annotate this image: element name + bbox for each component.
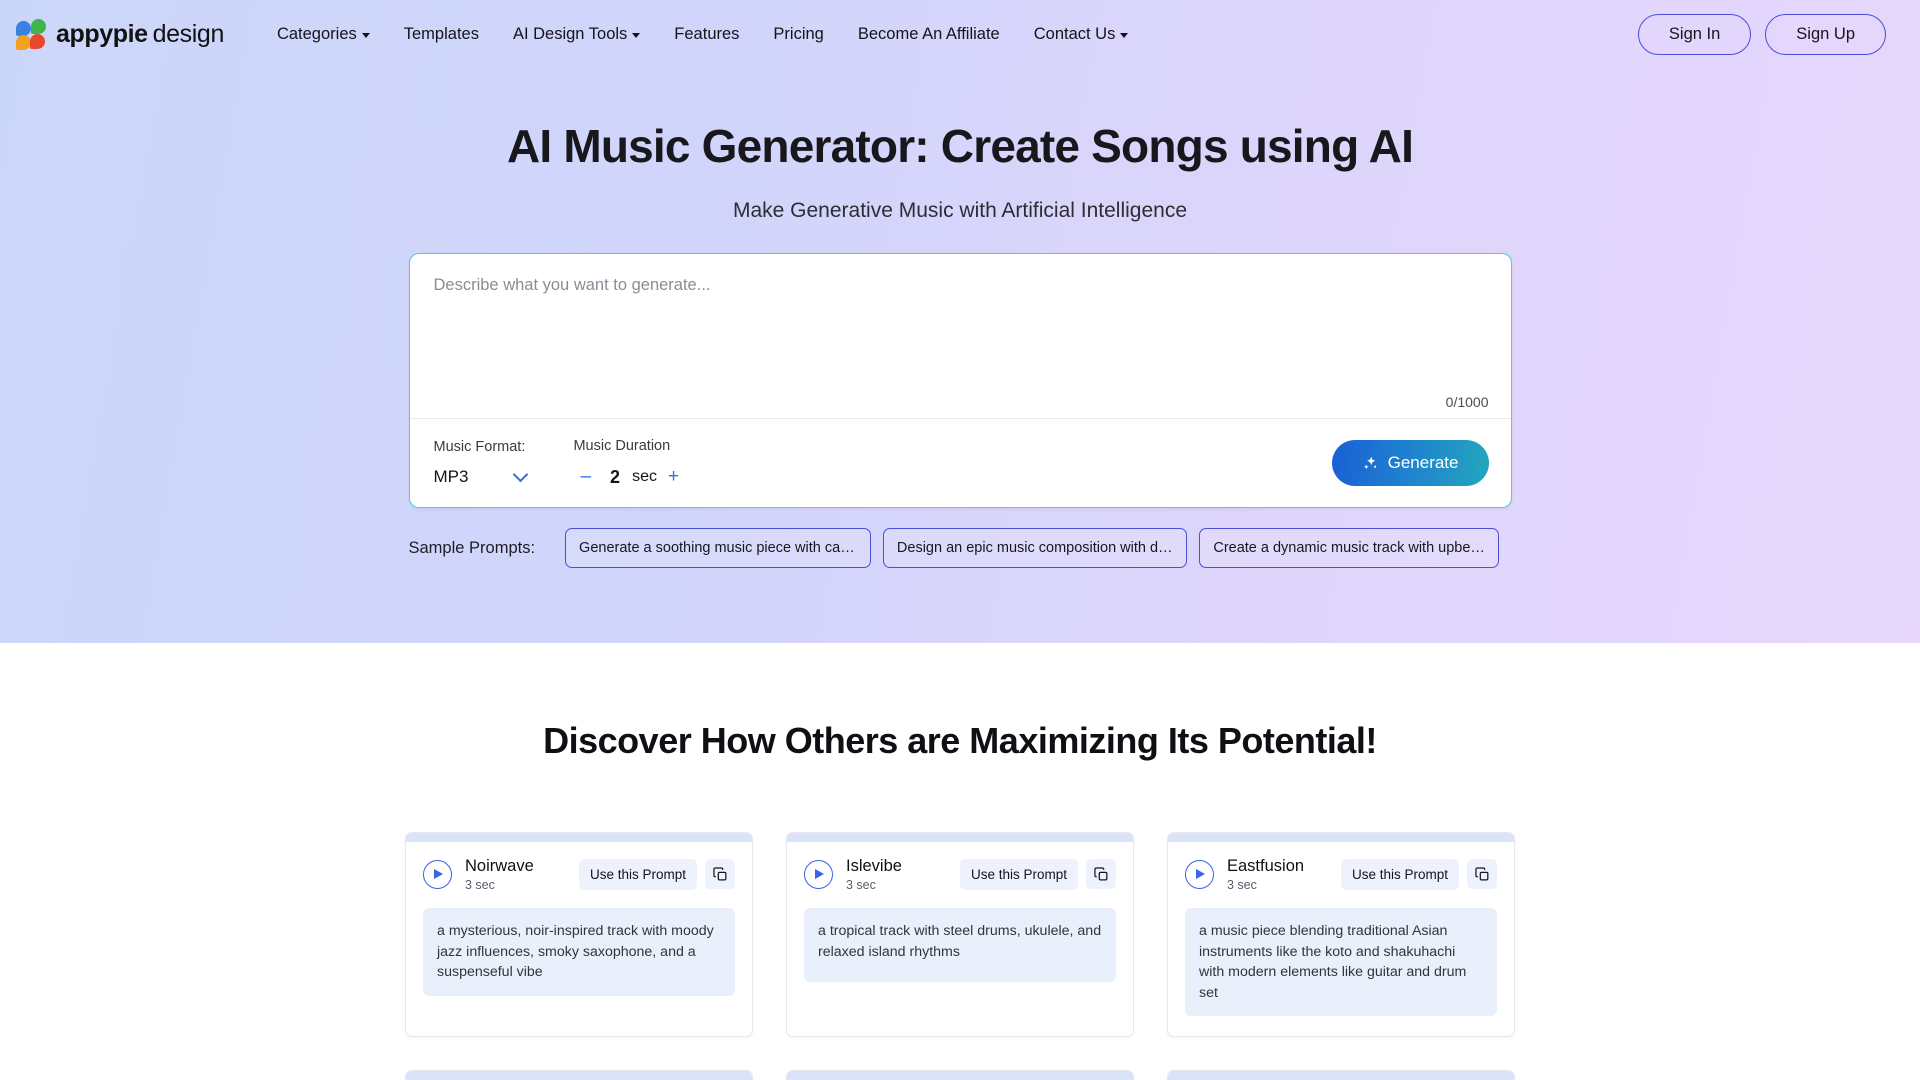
logo-product-text: design xyxy=(152,19,225,48)
generate-button-label: Generate xyxy=(1387,453,1459,472)
nav-item-contact-us[interactable]: Contact Us xyxy=(1017,19,1146,50)
music-sample-card: Noirwave 3 sec Use this Prompt a mysteri… xyxy=(405,832,753,1038)
music-sample-card: Chilluxe 3 sec Use this Prompt xyxy=(786,1070,1134,1080)
music-duration-label: Music Duration xyxy=(573,438,671,454)
copy-icon xyxy=(712,867,726,881)
copy-icon xyxy=(1474,867,1488,881)
nav-item-pricing[interactable]: Pricing xyxy=(756,19,840,50)
nav-auth-actions: Sign In Sign Up xyxy=(1637,13,1886,55)
card-accent-bar xyxy=(406,1071,752,1080)
sample-prompts-label: Sample Prompts: xyxy=(408,538,536,557)
track-duration: 3 sec xyxy=(465,877,495,892)
duration-decrement-button[interactable]: – xyxy=(573,466,598,488)
hero-section: appypie design Categories Templates AI De… xyxy=(0,0,1920,643)
prompt-input-placeholder[interactable]: Describe what you want to generate... xyxy=(434,276,1487,295)
nav-item-features[interactable]: Features xyxy=(657,19,756,50)
play-icon xyxy=(434,869,444,880)
nav-item-templates[interactable]: Templates xyxy=(387,19,496,50)
character-counter: 0/1000 xyxy=(1445,394,1489,410)
top-navigation-bar: appypie design Categories Templates AI De… xyxy=(0,0,1920,68)
appypie-logo-icon xyxy=(16,18,47,50)
chevron-down-icon xyxy=(1120,32,1129,38)
nav-item-label: Contact Us xyxy=(1033,24,1116,43)
nav-item-label: Features xyxy=(674,24,740,43)
track-name: Islevibe xyxy=(846,857,902,875)
music-sample-card: Neoncore 3 sec Use this Prompt xyxy=(1167,1070,1515,1080)
use-this-prompt-button[interactable]: Use this Prompt xyxy=(578,858,697,890)
sample-prompt-chip-1[interactable]: Generate a soothing music piece with cal… xyxy=(565,528,871,568)
card-accent-bar xyxy=(1168,1071,1514,1080)
chevron-down-icon[interactable] xyxy=(513,466,529,483)
music-format-label: Music Format: xyxy=(433,439,526,455)
logo-brand-text: appypie xyxy=(56,19,148,48)
track-prompt-text: a mysterious, noir-inspired track with m… xyxy=(423,907,735,996)
music-format-value: MP3 xyxy=(433,467,469,486)
generator-card: Describe what you want to generate... 0/… xyxy=(408,253,1512,508)
copy-prompt-button[interactable] xyxy=(705,859,735,890)
generate-button[interactable]: Generate xyxy=(1331,440,1489,486)
track-prompt-text: a tropical track with steel drums, ukule… xyxy=(804,907,1116,982)
duration-stepper: – 2 sec + xyxy=(573,466,686,488)
nav-item-label: Pricing xyxy=(773,24,824,43)
nav-item-label: Become An Affiliate xyxy=(857,24,1000,43)
nav-item-label: AI Design Tools xyxy=(512,24,628,43)
nav-item-become-an-affiliate[interactable]: Become An Affiliate xyxy=(841,19,1017,50)
copy-icon xyxy=(1093,867,1107,881)
track-prompt-text: a music piece blending traditional Asian… xyxy=(1185,907,1497,1017)
appypie-design-logo[interactable]: appypie design xyxy=(16,18,224,50)
copy-prompt-button[interactable] xyxy=(1467,859,1497,890)
sparkles-icon xyxy=(1363,456,1376,469)
music-sample-card: Tangoré 3 sec Use this Prompt xyxy=(405,1070,753,1080)
sample-prompt-chip-3[interactable]: Create a dynamic music track with upbeat… xyxy=(1199,528,1500,568)
sample-prompts-row: Sample Prompts: Generate a soothing musi… xyxy=(409,528,1512,568)
page-title: AI Music Generator: Create Songs using A… xyxy=(506,120,1414,172)
discover-section: Discover How Others are Maximizing Its P… xyxy=(0,643,1920,1080)
use-this-prompt-button[interactable]: Use this Prompt xyxy=(959,858,1078,890)
music-samples-grid: Noirwave 3 sec Use this Prompt a mysteri… xyxy=(405,832,1515,1080)
card-accent-bar xyxy=(406,833,752,842)
play-button[interactable] xyxy=(423,859,452,889)
track-duration: 3 sec xyxy=(1227,877,1257,892)
track-name: Eastfusion xyxy=(1227,857,1305,875)
duration-value: 2 xyxy=(610,466,621,487)
sample-prompt-chip-2[interactable]: Design an epic music composition with dr… xyxy=(882,528,1188,568)
play-icon xyxy=(815,869,825,880)
discover-section-title: Discover How Others are Maximizing Its P… xyxy=(543,720,1377,761)
music-duration-control: Music Duration – 2 sec + xyxy=(573,438,686,488)
nav-item-ai-design-tools[interactable]: AI Design Tools xyxy=(496,19,657,50)
nav-item-categories[interactable]: Categories xyxy=(260,19,387,50)
card-accent-bar xyxy=(787,1071,1133,1080)
duration-increment-button[interactable]: + xyxy=(661,466,686,488)
page-subtitle: Make Generative Music with Artificial In… xyxy=(732,199,1188,222)
nav-links: Categories Templates AI Design Tools Fea… xyxy=(260,19,1145,50)
chevron-down-icon xyxy=(632,32,641,38)
logo-text: appypie design xyxy=(56,20,224,49)
track-name: Noirwave xyxy=(465,857,534,875)
nav-item-label: Templates xyxy=(403,24,479,43)
duration-unit-label: sec xyxy=(632,468,657,485)
use-this-prompt-button[interactable]: Use this Prompt xyxy=(1340,858,1459,890)
card-accent-bar xyxy=(787,833,1133,842)
nav-item-label: Categories xyxy=(276,24,357,43)
play-button[interactable] xyxy=(804,859,833,889)
sign-in-button[interactable]: Sign In xyxy=(1637,13,1752,55)
music-sample-card: Islevibe 3 sec Use this Prompt a tropica… xyxy=(786,832,1134,1038)
play-icon xyxy=(1196,869,1206,880)
play-button[interactable] xyxy=(1185,859,1214,889)
music-sample-card: Eastfusion 3 sec Use this Prompt a music… xyxy=(1167,832,1515,1038)
chevron-down-icon xyxy=(361,32,370,38)
prompt-textarea-wrapper[interactable]: Describe what you want to generate... 0/… xyxy=(409,254,1511,419)
sign-up-button[interactable]: Sign Up xyxy=(1765,13,1886,55)
track-duration: 3 sec xyxy=(846,877,876,892)
card-accent-bar xyxy=(1168,833,1514,842)
music-format-control: Music Format: MP3 xyxy=(433,439,529,487)
music-format-select[interactable]: MP3 xyxy=(433,466,529,487)
generator-controls-row: Music Format: MP3 Music Duration – 2 sec… xyxy=(410,419,1511,507)
copy-prompt-button[interactable] xyxy=(1086,859,1116,890)
